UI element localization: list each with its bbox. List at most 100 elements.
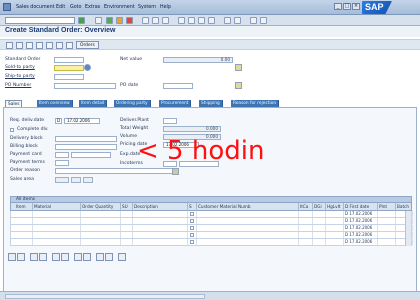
command-field[interactable] bbox=[5, 17, 75, 24]
item-select-checkbox[interactable] bbox=[188, 232, 197, 238]
grid-cell[interactable] bbox=[299, 225, 313, 231]
first-date-cell[interactable]: D 17.02.2006 bbox=[344, 218, 378, 224]
grid-cell[interactable] bbox=[299, 232, 313, 238]
close-icon[interactable]: × bbox=[352, 3, 360, 10]
sort-ascending-icon[interactable] bbox=[74, 253, 82, 261]
grid-cell[interactable] bbox=[33, 239, 81, 245]
menu-sales-document[interactable]: Sales document bbox=[16, 5, 55, 10]
select-all-icon[interactable] bbox=[17, 253, 25, 261]
menu-goto[interactable]: Goto bbox=[70, 5, 81, 10]
copy-icon[interactable] bbox=[66, 42, 73, 49]
grid-cell[interactable] bbox=[121, 218, 133, 224]
item-availability-icon[interactable] bbox=[39, 253, 47, 261]
column-header[interactable]: S bbox=[188, 203, 197, 211]
checkbox[interactable] bbox=[190, 233, 194, 237]
po-details-icon[interactable] bbox=[235, 82, 242, 89]
item-select-checkbox[interactable] bbox=[188, 211, 197, 217]
grid-cell[interactable] bbox=[81, 232, 121, 238]
grid-cell[interactable] bbox=[133, 232, 188, 238]
column-header[interactable]: HgLvIt bbox=[326, 203, 344, 211]
table-row[interactable]: D 17.02.2006 bbox=[10, 211, 413, 218]
grid-cell[interactable] bbox=[299, 239, 313, 245]
pricing-icon[interactable] bbox=[105, 253, 113, 261]
menu-system[interactable]: System bbox=[138, 5, 156, 10]
complete-delivery-checkbox[interactable] bbox=[10, 128, 14, 132]
grid-cell[interactable] bbox=[326, 239, 344, 245]
grid-cell[interactable] bbox=[326, 232, 344, 238]
standard-order-field[interactable] bbox=[54, 57, 84, 63]
column-header[interactable]: Description bbox=[133, 203, 188, 211]
po-date-field[interactable] bbox=[163, 83, 193, 89]
column-header[interactable]: ItCa bbox=[299, 203, 313, 211]
checkbox[interactable] bbox=[190, 240, 194, 244]
column-header[interactable]: DGi bbox=[313, 203, 326, 211]
checkbox[interactable] bbox=[190, 212, 194, 216]
grid-cell[interactable] bbox=[378, 211, 396, 217]
back-icon[interactable] bbox=[106, 17, 113, 24]
layout-menu-icon[interactable] bbox=[260, 17, 267, 24]
item-select-checkbox[interactable] bbox=[188, 225, 197, 231]
details-icon[interactable] bbox=[8, 253, 16, 261]
grid-cell[interactable] bbox=[313, 239, 326, 245]
deliver-plant-field[interactable] bbox=[163, 118, 177, 124]
grid-cell[interactable] bbox=[299, 211, 313, 217]
column-header[interactable]: Plnt bbox=[378, 203, 396, 211]
grid-cell[interactable] bbox=[133, 211, 188, 217]
display-document-icon[interactable] bbox=[6, 42, 13, 49]
partners-icon[interactable] bbox=[36, 42, 43, 49]
column-header[interactable]: Batch bbox=[396, 203, 413, 211]
table-row[interactable]: D 17.02.2006 bbox=[10, 232, 413, 239]
grid-cell[interactable] bbox=[121, 232, 133, 238]
grid-cell[interactable] bbox=[326, 225, 344, 231]
grid-cell[interactable] bbox=[121, 225, 133, 231]
po-number-field[interactable] bbox=[54, 83, 116, 89]
ship-to-party-field[interactable] bbox=[54, 74, 84, 80]
grid-cell[interactable] bbox=[33, 211, 81, 217]
first-date-cell[interactable]: D 17.02.2006 bbox=[344, 232, 378, 238]
req-deliv-unit-field[interactable]: D bbox=[55, 118, 62, 124]
last-page-icon[interactable] bbox=[208, 17, 215, 24]
grid-cell[interactable] bbox=[121, 239, 133, 245]
grid-cell[interactable] bbox=[378, 232, 396, 238]
payment-terms-field[interactable] bbox=[55, 160, 69, 166]
grid-cell[interactable] bbox=[81, 218, 121, 224]
column-header[interactable]: Material bbox=[33, 203, 81, 211]
grid-cell[interactable] bbox=[313, 225, 326, 231]
grid-cell[interactable] bbox=[197, 225, 299, 231]
grid-cell[interactable] bbox=[378, 239, 396, 245]
req-deliv-date-field[interactable]: 17.02.2006 bbox=[64, 118, 100, 124]
column-header[interactable]: Order Quantity bbox=[81, 203, 121, 211]
new-session-icon[interactable] bbox=[224, 17, 231, 24]
grid-cell[interactable] bbox=[81, 225, 121, 231]
first-date-cell[interactable]: D 17.02.2006 bbox=[344, 211, 378, 217]
grid-cell[interactable] bbox=[15, 232, 33, 238]
configuration-icon[interactable] bbox=[96, 253, 104, 261]
grid-cell[interactable] bbox=[326, 218, 344, 224]
checkbox[interactable] bbox=[190, 219, 194, 223]
order-reason-field[interactable] bbox=[55, 168, 175, 174]
column-header[interactable]: D First date bbox=[344, 203, 378, 211]
grid-cell[interactable] bbox=[33, 218, 81, 224]
shortcut-icon[interactable] bbox=[234, 17, 241, 24]
next-page-icon[interactable] bbox=[198, 17, 205, 24]
sort-descending-icon[interactable] bbox=[83, 253, 91, 261]
header-icon[interactable] bbox=[16, 42, 23, 49]
menu-edit[interactable]: Edit bbox=[56, 5, 65, 10]
delivery-block-field[interactable] bbox=[55, 136, 117, 142]
orders-button[interactable]: Orders bbox=[76, 41, 99, 49]
table-row[interactable]: D 17.02.2006 bbox=[10, 239, 413, 246]
grid-cell[interactable] bbox=[378, 218, 396, 224]
table-row[interactable]: D 17.02.2006 bbox=[10, 218, 413, 225]
grid-cell[interactable] bbox=[313, 232, 326, 238]
item-select-checkbox[interactable] bbox=[188, 218, 197, 224]
menu-help[interactable]: Help bbox=[160, 5, 171, 10]
previous-page-icon[interactable] bbox=[188, 17, 195, 24]
delete-item-icon[interactable] bbox=[30, 253, 38, 261]
grid-cell[interactable] bbox=[313, 218, 326, 224]
exit-icon[interactable] bbox=[116, 17, 123, 24]
checkbox[interactable] bbox=[190, 226, 194, 230]
grid-cell[interactable] bbox=[15, 218, 33, 224]
grid-cell[interactable] bbox=[33, 225, 81, 231]
grid-cell[interactable] bbox=[133, 225, 188, 231]
find-icon[interactable] bbox=[152, 17, 159, 24]
